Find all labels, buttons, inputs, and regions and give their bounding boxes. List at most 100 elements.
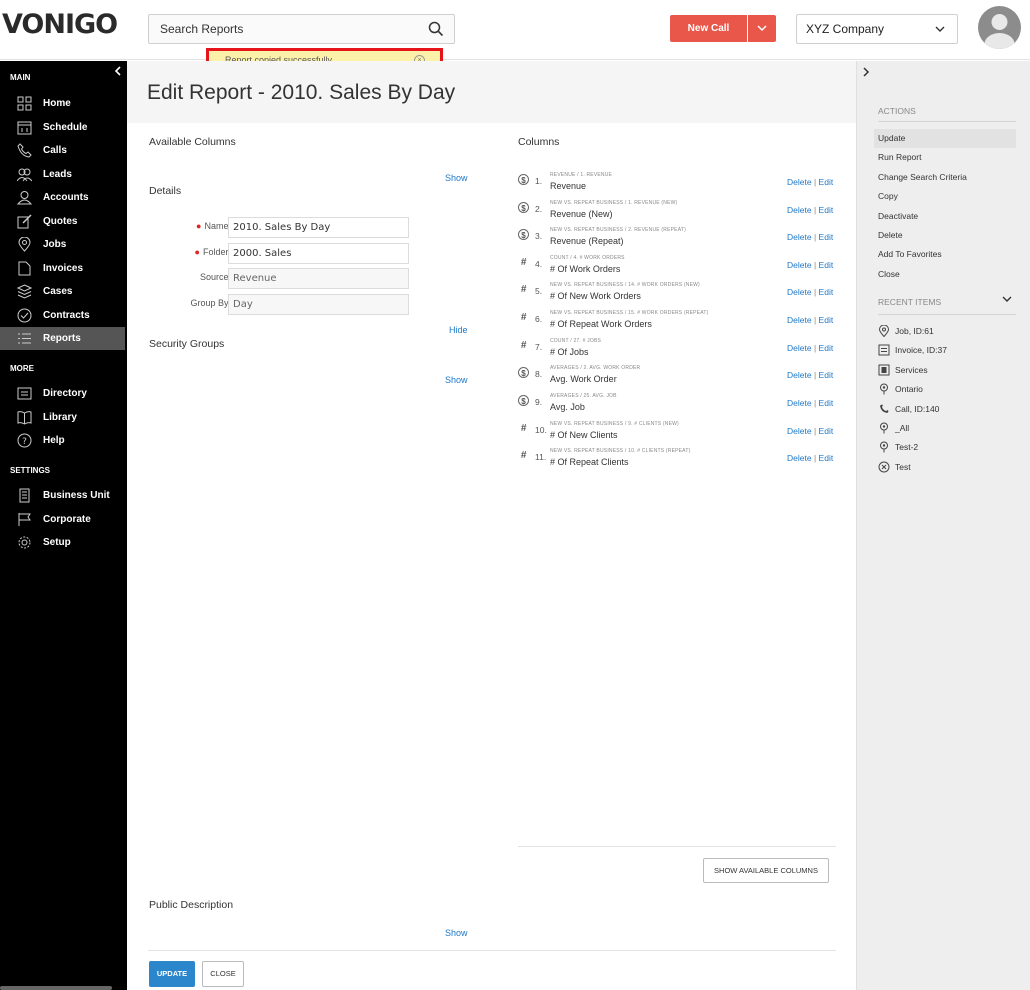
action-delete[interactable]: Delete: [874, 226, 1016, 245]
search-icon[interactable]: [428, 21, 444, 37]
edit-column-link[interactable]: Edit: [819, 205, 834, 215]
sidebar-item-leads[interactable]: Leads: [0, 163, 125, 186]
action-deactivate[interactable]: Deactivate: [874, 207, 1016, 226]
column-category: NEW VS. REPEAT BUSINESS / 9. # CLIENTS (…: [550, 421, 679, 427]
show-available-columns-button[interactable]: SHOW AVAILABLE COLUMNS: [703, 858, 829, 883]
folder-field[interactable]: [228, 243, 409, 264]
recent-item[interactable]: Test-2: [878, 439, 1016, 457]
recent-item[interactable]: Ontario: [878, 381, 1016, 399]
details-heading: Details: [149, 185, 182, 197]
sidebar-item-contracts[interactable]: Contracts: [0, 304, 125, 327]
delete-column-link[interactable]: Delete: [787, 205, 812, 215]
source-field-row: Source:: [127, 268, 427, 289]
delete-column-link[interactable]: Delete: [787, 177, 812, 187]
sidebar-item-reports[interactable]: Reports: [0, 327, 125, 350]
action-close[interactable]: Close: [874, 265, 1016, 284]
recent-item[interactable]: _All: [878, 420, 1016, 438]
name-field-label: ● Name:: [196, 221, 231, 231]
show-available-columns-link[interactable]: Show: [445, 173, 468, 183]
delete-column-link[interactable]: Delete: [787, 260, 812, 270]
new-call-dropdown-button[interactable]: [748, 15, 776, 42]
recent-item[interactable]: Invoice, ID:37: [878, 342, 1016, 360]
sidebar-section-more: MORE: [10, 364, 34, 373]
recent-item[interactable]: Job, ID:61: [878, 323, 1016, 341]
column-category: COUNT / 4. # WORK ORDERS: [550, 255, 625, 261]
sidebar-item-library[interactable]: Library: [0, 406, 125, 429]
delete-column-link[interactable]: Delete: [787, 287, 812, 297]
column-name: Revenue (Repeat): [550, 236, 624, 246]
show-security-groups-link[interactable]: Show: [445, 375, 468, 385]
edit-column-link[interactable]: Edit: [819, 260, 834, 270]
delete-column-link[interactable]: Delete: [787, 426, 812, 436]
delete-column-link[interactable]: Delete: [787, 370, 812, 380]
edit-column-link[interactable]: Edit: [819, 287, 834, 297]
sidebar-item-accounts[interactable]: Accounts: [0, 186, 125, 209]
sidebar-item-label: Contracts: [43, 310, 90, 321]
update-button[interactable]: UPDATE: [149, 961, 195, 987]
new-call-button[interactable]: New Call: [670, 15, 747, 42]
recent-items-heading: RECENT ITEMS: [878, 297, 942, 307]
chevron-down-icon: [935, 26, 945, 32]
sidebar-item-business-unit[interactable]: Business Unit: [0, 484, 125, 507]
delete-column-link[interactable]: Delete: [787, 315, 812, 325]
show-public-description-link[interactable]: Show: [445, 928, 468, 938]
column-category: NEW VS. REPEAT BUSINESS / 10. # CLIENTS …: [550, 448, 691, 454]
delete-column-link[interactable]: Delete: [787, 453, 812, 463]
sidebar-section-settings: SETTINGS: [10, 466, 51, 475]
sidebar-item-corporate[interactable]: Corporate: [0, 508, 125, 531]
hide-details-link[interactable]: Hide: [449, 325, 468, 335]
search-box[interactable]: [148, 14, 455, 44]
action-copy[interactable]: Copy: [874, 187, 1016, 206]
action-update[interactable]: Update: [874, 129, 1016, 148]
recent-divider: [878, 314, 1016, 315]
column-number: 1.: [535, 176, 543, 186]
collapse-sidebar-icon[interactable]: [114, 65, 122, 79]
company-select-value: XYZ Company: [806, 22, 885, 36]
sidebar-item-cases[interactable]: Cases: [0, 280, 125, 303]
recent-item[interactable]: Test: [878, 459, 1016, 477]
sidebar-item-setup[interactable]: Setup: [0, 531, 125, 554]
chevron-down-icon[interactable]: [1002, 295, 1012, 303]
edit-column-link[interactable]: Edit: [819, 315, 834, 325]
column-row: $1. REVENUE / 1. REVENUE Revenue Delete | E…: [518, 172, 838, 198]
sidebar-item-help[interactable]: ? Help: [0, 429, 125, 452]
edit-column-link[interactable]: Edit: [819, 232, 834, 242]
column-name: Avg. Work Order: [550, 374, 617, 384]
sidebar-scrollbar[interactable]: [0, 986, 112, 990]
name-field[interactable]: [228, 217, 409, 238]
delete-column-link[interactable]: Delete: [787, 343, 812, 353]
column-name: # Of New Clients: [550, 430, 618, 440]
sidebar-item-calls[interactable]: Calls: [0, 139, 125, 162]
close-button[interactable]: CLOSE: [202, 961, 244, 987]
column-actions: Delete | Edit: [787, 177, 833, 187]
edit-column-link[interactable]: Edit: [819, 177, 834, 187]
sidebar-item-label: Setup: [43, 537, 71, 548]
collapse-panel-icon[interactable]: [862, 67, 870, 80]
gear-icon: [18, 536, 31, 549]
delete-column-link[interactable]: Delete: [787, 232, 812, 242]
edit-column-link[interactable]: Edit: [819, 370, 834, 380]
edit-column-link[interactable]: Edit: [819, 343, 834, 353]
action-add-to-favorites[interactable]: Add To Favorites: [874, 245, 1016, 264]
avatar[interactable]: [978, 6, 1021, 49]
sidebar-item-home[interactable]: Home: [0, 92, 125, 115]
sidebar-item-quotes[interactable]: Quotes: [0, 210, 125, 233]
vonigo-logo[interactable]: VONIGO: [2, 9, 118, 40]
company-select[interactable]: XYZ Company: [796, 14, 958, 44]
action-run-report[interactable]: Run Report: [874, 148, 1016, 167]
column-category: NEW VS. REPEAT BUSINESS / 14. # WORK ORD…: [550, 282, 700, 288]
recent-item-label: Job, ID:61: [895, 326, 934, 336]
sidebar-item-schedule[interactable]: Schedule: [0, 116, 125, 139]
sidebar-item-jobs[interactable]: Jobs: [0, 233, 125, 256]
edit-icon: [17, 214, 32, 229]
edit-column-link[interactable]: Edit: [819, 426, 834, 436]
sidebar-item-invoices[interactable]: Invoices: [0, 257, 125, 280]
recent-item[interactable]: Services: [878, 362, 1016, 380]
delete-column-link[interactable]: Delete: [787, 398, 812, 408]
recent-item[interactable]: Call, ID:140: [878, 401, 1016, 419]
edit-column-link[interactable]: Edit: [819, 453, 834, 463]
search-input[interactable]: [149, 15, 409, 43]
action-change-search-criteria[interactable]: Change Search Criteria: [874, 168, 1016, 187]
edit-column-link[interactable]: Edit: [819, 398, 834, 408]
sidebar-item-directory[interactable]: Directory: [0, 382, 125, 405]
